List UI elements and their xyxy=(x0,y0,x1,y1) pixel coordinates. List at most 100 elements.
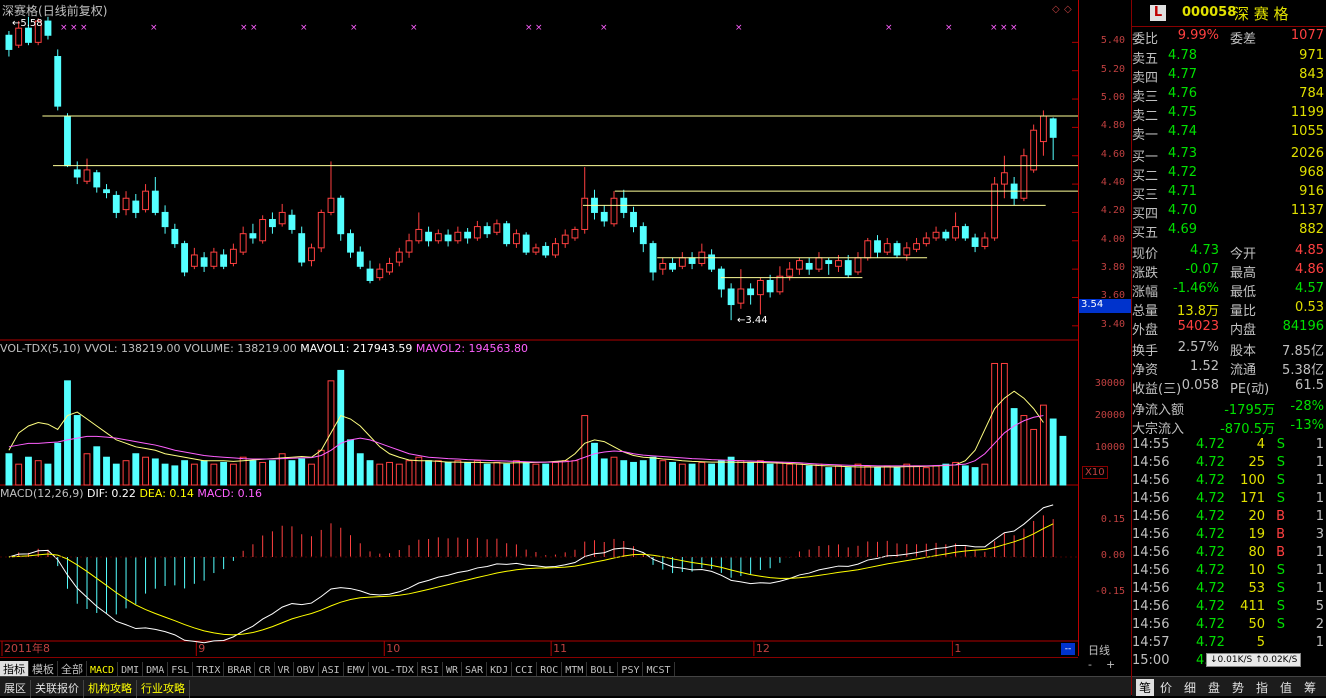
volume-bar xyxy=(171,465,179,486)
quote-tab[interactable]: 笔 xyxy=(1136,679,1155,696)
flow-row: 大宗流入 -870.5万 -13% xyxy=(1132,417,1326,437)
volume-bar xyxy=(386,461,393,486)
macd-value: MACD: 0.16 xyxy=(197,487,263,500)
quote-field: S xyxy=(1276,581,1285,596)
bottom-tab[interactable]: 关联报价 xyxy=(31,680,84,698)
zoom-out-button[interactable]: - xyxy=(1088,658,1092,671)
event-marker: × xyxy=(350,23,358,33)
event-marker: × xyxy=(300,23,308,33)
candle-body xyxy=(991,183,999,239)
candle-body xyxy=(83,169,91,182)
price-tick: 3.80 xyxy=(1100,262,1125,274)
quote-field: 4.73 xyxy=(1168,146,1197,161)
price-tick: 4.40 xyxy=(1100,177,1125,189)
quote-field: 4.78 xyxy=(1168,48,1197,63)
volume-bar xyxy=(512,460,520,486)
candle-body xyxy=(913,243,920,250)
quote-field: 今开 xyxy=(1230,247,1257,262)
event-marker: × xyxy=(945,23,953,33)
volume-bar xyxy=(1049,418,1057,486)
bottom-tab[interactable]: 展区 xyxy=(0,680,31,698)
quote-field: 量比 xyxy=(1230,304,1257,319)
candle-body xyxy=(854,257,862,273)
volume-bar xyxy=(825,467,833,486)
quote-tab[interactable]: 盘 xyxy=(1208,679,1220,696)
quote-field: -13% xyxy=(1290,418,1324,433)
event-marker: × xyxy=(240,23,248,33)
quote-field: 971 xyxy=(1299,48,1324,63)
volume-bar xyxy=(747,461,755,486)
quote-field: 4.72 xyxy=(1196,455,1225,470)
quote-field: 4.72 xyxy=(1196,599,1225,614)
volume-bar xyxy=(893,467,901,486)
volume-bar xyxy=(308,463,315,486)
candle-body xyxy=(932,231,940,239)
zoom-in-button[interactable]: + xyxy=(1106,658,1115,671)
quote-field: -0.07 xyxy=(1185,262,1219,277)
quote-field: 外盘 xyxy=(1132,323,1159,338)
candle-body xyxy=(93,172,101,188)
candle-body xyxy=(122,197,130,211)
candle-body xyxy=(415,228,423,242)
tick-row: 14:56 4.72 80 B 1 xyxy=(1132,544,1326,562)
quote-field: B xyxy=(1276,527,1285,542)
volume-bar xyxy=(1030,428,1038,486)
quote-field: 卖三 xyxy=(1132,90,1159,105)
candle-body xyxy=(229,248,237,264)
quote-field: 7.85亿 xyxy=(1282,344,1324,359)
quote-tab[interactable]: 指 xyxy=(1256,679,1268,696)
quote-field: 14:55 xyxy=(1132,437,1170,452)
quote-field: 25 xyxy=(1248,455,1265,470)
quote-tab[interactable]: 筹 xyxy=(1304,679,1316,696)
candle-body xyxy=(308,247,315,262)
candle-body xyxy=(805,262,813,270)
volume-value: VOLUME: 138219.00 xyxy=(184,342,297,355)
volume-bar xyxy=(630,461,637,486)
quote-tab[interactable]: 细 xyxy=(1184,679,1196,696)
quote-tab[interactable]: 价 xyxy=(1160,679,1172,696)
volume-tick: 10000 xyxy=(1094,442,1125,453)
quote-field: 1 xyxy=(1315,635,1324,650)
volume-bar xyxy=(649,456,657,486)
volume-bar xyxy=(903,463,911,486)
price-tick: 4.60 xyxy=(1100,148,1125,160)
candle-body xyxy=(454,231,462,242)
ask-row: 卖五 4.78 971 xyxy=(1132,47,1326,67)
stock-name-large: 深 赛 格 xyxy=(1234,5,1289,23)
period-day-tab[interactable]: 日线 xyxy=(1088,642,1110,658)
candle-body xyxy=(942,231,950,239)
tick-row: 14:56 4.72 171 S 1 xyxy=(1132,490,1326,508)
quote-field: 4.72 xyxy=(1196,491,1225,506)
quote-field: 50 xyxy=(1248,617,1265,632)
ask-row: 卖三 4.76 784 xyxy=(1132,85,1326,105)
quote-field: 2.57% xyxy=(1177,340,1219,355)
month-label: 1 xyxy=(954,642,961,655)
ask-row: 卖二 4.75 1199 xyxy=(1132,104,1326,124)
quote-field: 1 xyxy=(1315,581,1324,596)
candle-body xyxy=(532,247,540,253)
volume-bar xyxy=(269,460,276,486)
scroll-button[interactable]: -- xyxy=(1061,643,1075,655)
volume-bar xyxy=(727,456,735,486)
quote-field: 卖四 xyxy=(1132,71,1159,86)
bottom-tab[interactable]: 机构攻略 xyxy=(84,680,137,698)
dif-value: DIF: 0.22 xyxy=(87,487,136,500)
quote-field: 4.69 xyxy=(1168,222,1197,237)
volume-bar xyxy=(600,458,608,486)
event-marker: × xyxy=(535,23,543,33)
candle-body xyxy=(961,226,969,239)
quote-tab[interactable]: 势 xyxy=(1232,679,1244,696)
chart-area[interactable]: 2011年8 9 10 11 12 1 × × × × × × × × × × × × × × × × × × ◇ ◇ 深赛格(日… xyxy=(0,0,1078,656)
candle-body xyxy=(54,56,62,107)
quote-field: 1077 xyxy=(1290,28,1324,43)
volume-bar xyxy=(415,456,423,486)
quote-field: 流通 xyxy=(1230,363,1257,378)
bottom-tab[interactable]: 行业攻略 xyxy=(137,680,190,698)
quote-field: 9.99% xyxy=(1177,28,1219,43)
candle-body xyxy=(317,211,325,249)
quote-tab[interactable]: 值 xyxy=(1280,679,1292,696)
quote-field: 委比 xyxy=(1132,32,1159,47)
diamond-icon: ◇ xyxy=(1052,4,1060,15)
volume-bar xyxy=(639,460,647,486)
kline-chart[interactable]: 2011年8 9 10 11 12 1× × × × × × × × × × × × × × × × × ×◇ ◇ xyxy=(0,0,1078,656)
